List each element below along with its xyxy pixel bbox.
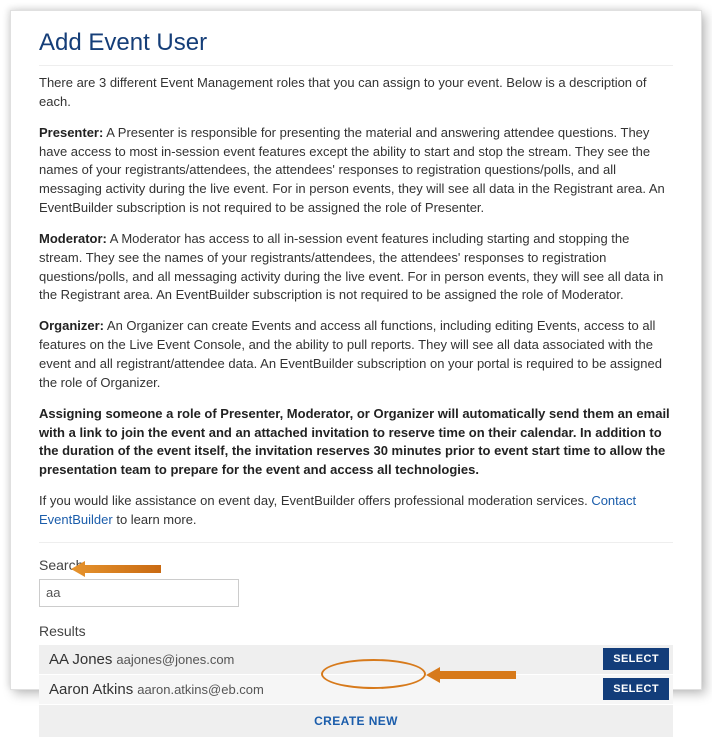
presenter-paragraph: Presenter: A Presenter is responsible fo… — [39, 124, 673, 218]
result-row: AA Jones aajones@jones.com SELECT — [39, 645, 673, 675]
select-button[interactable]: SELECT — [603, 678, 669, 700]
result-name: Aaron Atkins — [49, 681, 133, 698]
assign-note: Assigning someone a role of Presenter, M… — [39, 405, 673, 480]
create-new-link[interactable]: CREATE NEW — [314, 714, 398, 728]
search-input[interactable] — [39, 579, 239, 607]
intro-text: There are 3 different Event Management r… — [39, 74, 673, 112]
results-label: Results — [39, 623, 673, 639]
result-row: Aaron Atkins aaron.atkins@eb.com SELECT — [39, 675, 673, 705]
moderator-label: Moderator: — [39, 231, 107, 246]
page-title: Add Event User — [39, 29, 673, 57]
search-section: Search Results AA Jones aajones@jones.co… — [39, 542, 673, 737]
presenter-label: Presenter: — [39, 125, 103, 140]
moderator-text: A Moderator has access to all in-session… — [39, 231, 663, 303]
assist-paragraph: If you would like assistance on event da… — [39, 492, 673, 530]
result-email: aaron.atkins@eb.com — [137, 682, 264, 697]
description-block: There are 3 different Event Management r… — [39, 65, 673, 530]
select-button[interactable]: SELECT — [603, 648, 669, 670]
organizer-label: Organizer: — [39, 318, 104, 333]
moderator-paragraph: Moderator: A Moderator has access to all… — [39, 230, 673, 305]
assist-post: to learn more. — [113, 512, 197, 527]
presenter-text: A Presenter is responsible for presentin… — [39, 125, 665, 215]
result-name: AA Jones — [49, 651, 112, 668]
organizer-text: An Organizer can create Events and acces… — [39, 318, 662, 390]
create-row: CREATE NEW — [39, 705, 673, 737]
add-event-user-panel: Add Event User There are 3 different Eve… — [10, 10, 702, 690]
organizer-paragraph: Organizer: An Organizer can create Event… — [39, 317, 673, 392]
search-label: Search — [39, 557, 673, 573]
result-email: aajones@jones.com — [116, 652, 234, 667]
assist-pre: If you would like assistance on event da… — [39, 493, 591, 508]
